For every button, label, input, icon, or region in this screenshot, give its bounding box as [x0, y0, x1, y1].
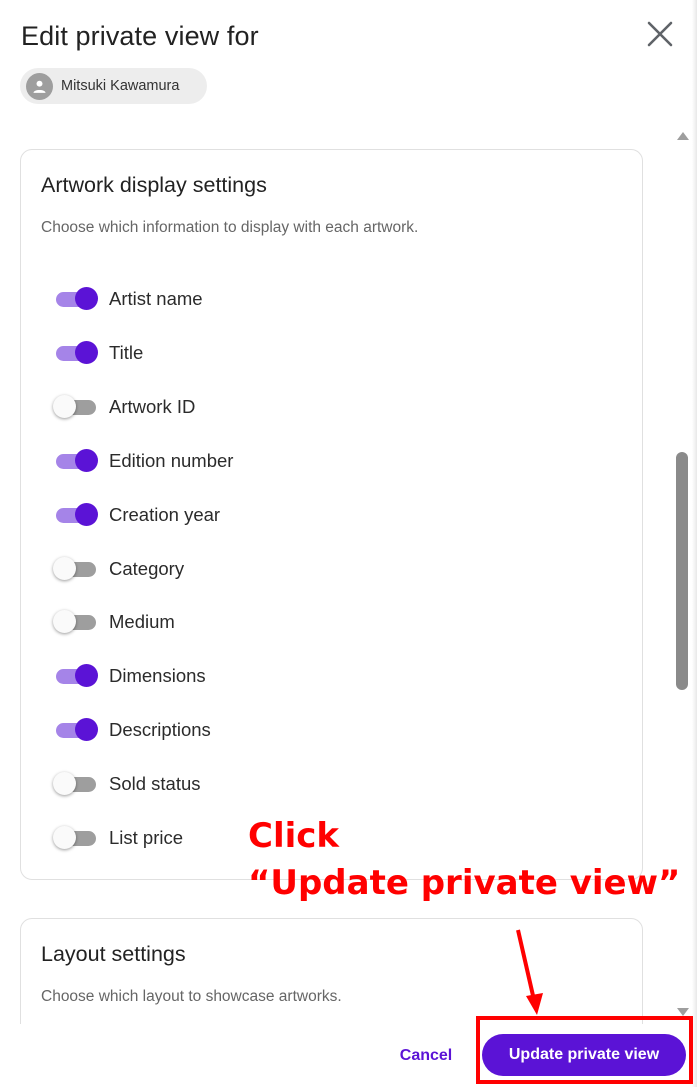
annotation-arrow — [516, 929, 543, 1015]
annotation-highlight-box — [476, 1016, 693, 1084]
